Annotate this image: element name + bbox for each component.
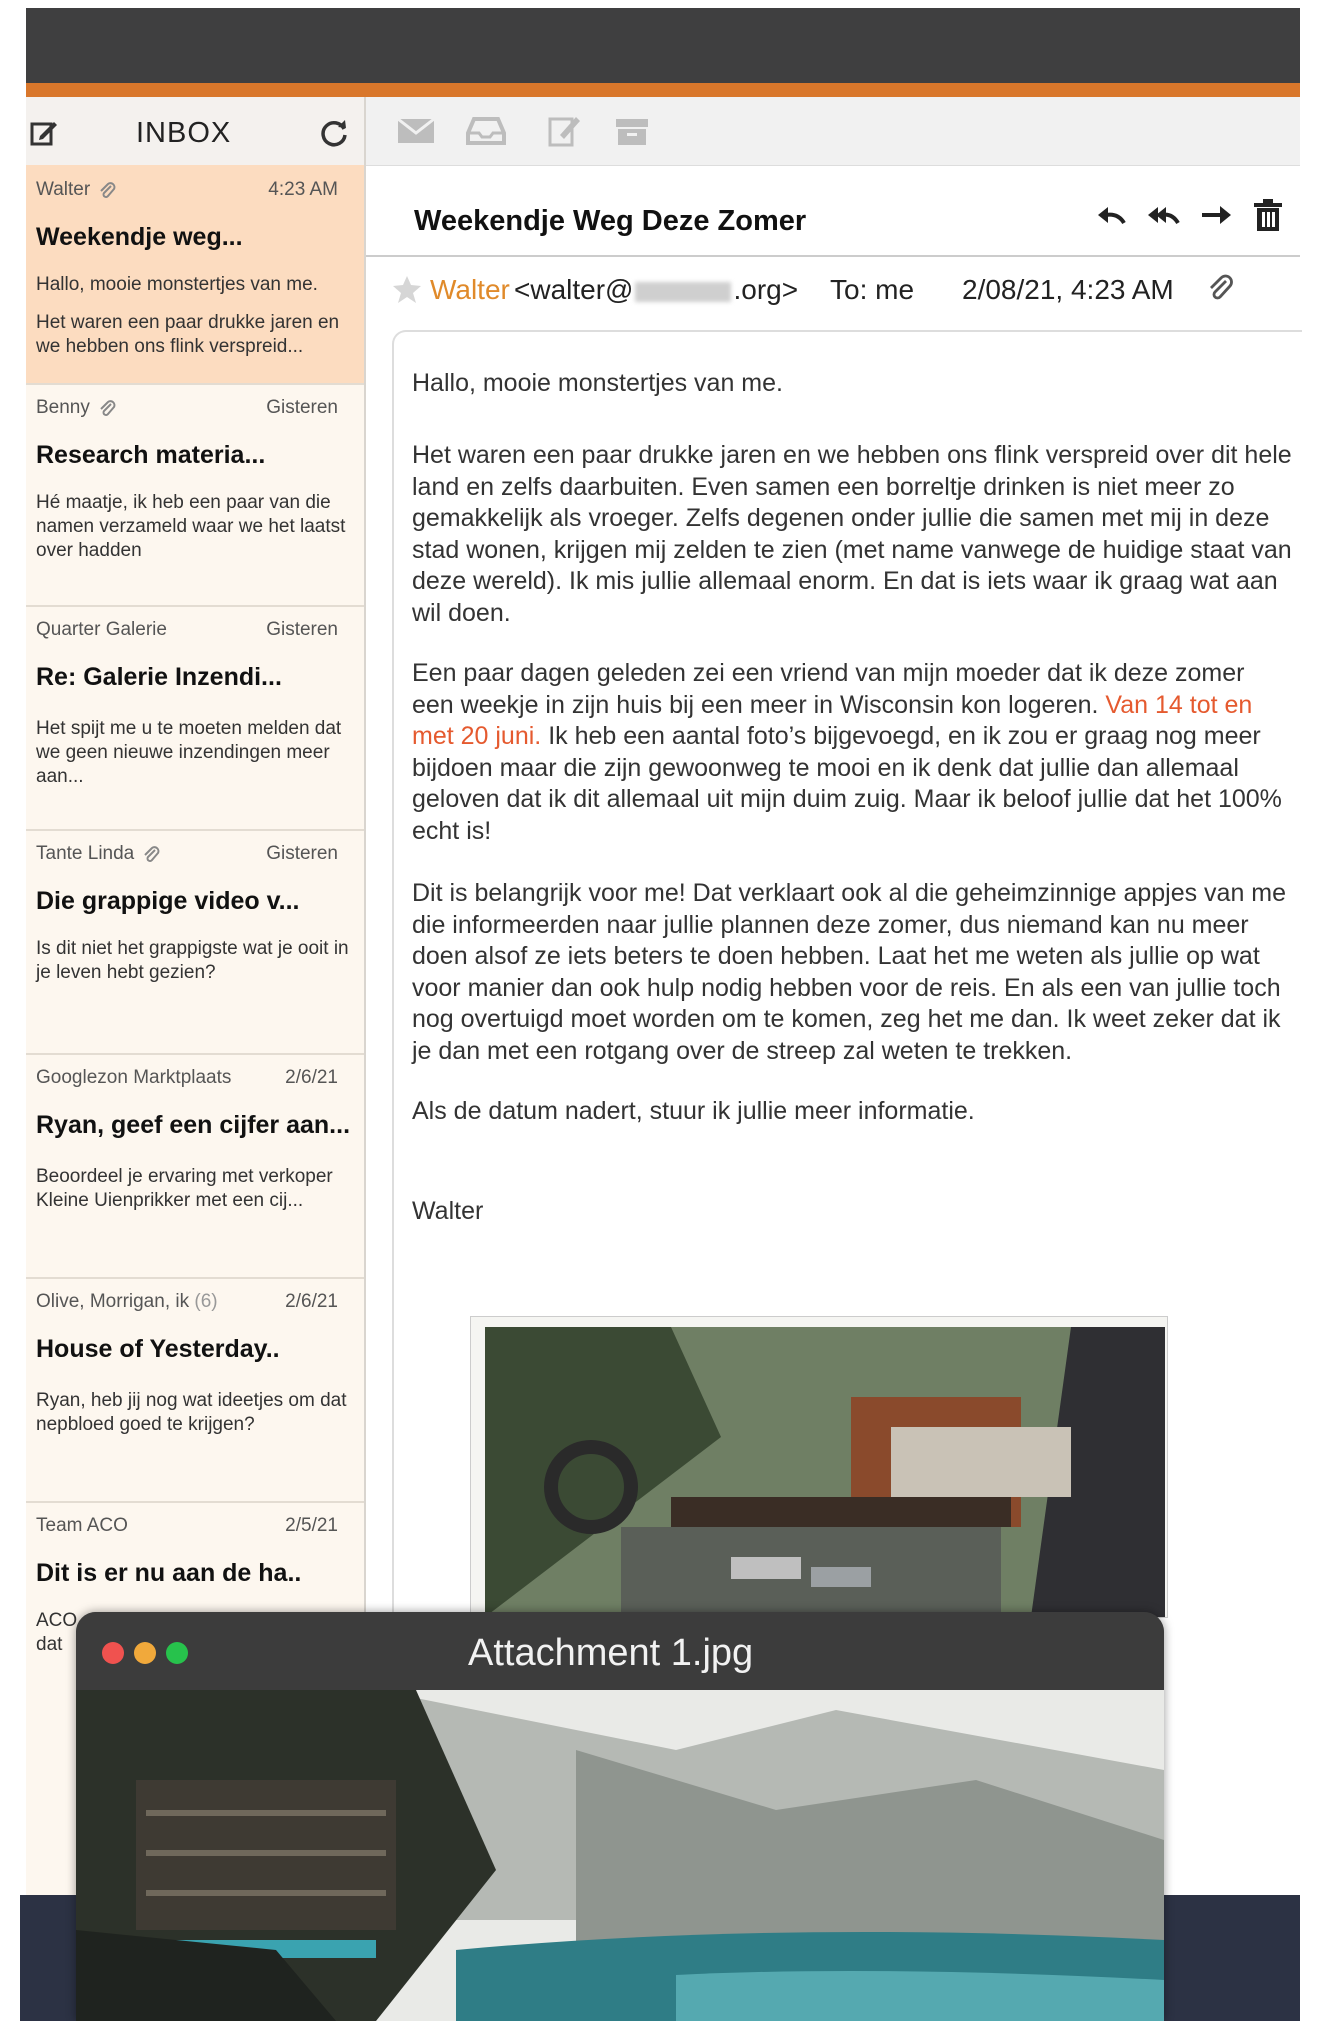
message-time: 2/6/21: [285, 1067, 338, 1088]
app-top-bar: [26, 8, 1300, 83]
message-preview: Beoordeel je ervaring met verkoper Klein…: [36, 1166, 333, 1211]
accent-bar: [26, 83, 1300, 97]
lake-house-photo-image: [76, 1690, 1164, 2021]
message-preview: Hallo, mooie monstertjes van me.: [36, 274, 318, 295]
message-sender: Benny: [36, 397, 116, 419]
message-item[interactable]: Walter 4:23 AM Weekendje weg... Hallo, m…: [26, 165, 364, 385]
house-photo-image: [471, 1317, 1167, 1617]
email-signature: Walter: [412, 1197, 484, 1225]
paperclip-icon: [100, 182, 116, 198]
email-paragraph: Een paar dagen geleden zei een vriend va…: [412, 659, 1282, 845]
message-sender: Tante Linda: [36, 843, 160, 865]
email-date: 2/08/21, 4:23 AM: [962, 274, 1174, 305]
message-time: Gisteren: [266, 843, 338, 864]
paperclip-icon[interactable]: [1206, 273, 1234, 303]
message-preview: Hé maatje, ik heb een paar van die namen…: [36, 492, 346, 561]
message-time: 2/5/21: [285, 1515, 338, 1536]
sender-name: Walter: [430, 274, 510, 305]
edit-icon[interactable]: [546, 115, 586, 147]
reply-all-icon[interactable]: [1146, 197, 1182, 233]
paperclip-icon: [144, 846, 160, 862]
message-item[interactable]: Googlezon Marktplaats 2/6/21 Ryan, geef …: [26, 1053, 364, 1279]
window-titlebar[interactable]: Attachment 1.jpg: [76, 1612, 1164, 1690]
message-sender: Googlezon Marktplaats: [36, 1067, 232, 1088]
star-icon[interactable]: [392, 274, 422, 304]
close-window-button[interactable]: [102, 1642, 124, 1664]
email-paragraph: Dit is belangrijk voor me! Dat verklaart…: [412, 879, 1287, 1065]
compose-icon[interactable]: [30, 119, 58, 147]
message-time: 4:23 AM: [268, 179, 338, 200]
email-greeting: Hallo, mooie monstertjes van me.: [412, 369, 783, 397]
reply-icon[interactable]: [1094, 197, 1130, 233]
paperclip-icon: [100, 400, 116, 416]
email-meta: Walter <walter@ .org> To: me 2/08/21, 4:2…: [366, 255, 1300, 327]
trash-icon[interactable]: [1250, 197, 1286, 233]
message-item[interactable]: Tante Linda Gisteren Die grappige video …: [26, 829, 364, 1055]
message-item[interactable]: Benny Gisteren Research materia... Hé ma…: [26, 383, 364, 607]
message-sender: Walter: [36, 179, 116, 201]
refresh-icon[interactable]: [318, 117, 350, 149]
message-sender: Olive, Morrigan, ik (6): [36, 1291, 218, 1312]
sender-email: <walter@ .org>: [514, 274, 799, 305]
archive-icon[interactable]: [612, 115, 652, 147]
message-subject: Dit is er nu aan de ha..: [36, 1559, 302, 1587]
inbox-title: INBOX: [136, 117, 232, 149]
message-preview-2: Het waren een paar drukke jaren en we he…: [36, 312, 340, 357]
email-subject: Weekendje Weg Deze Zomer: [414, 205, 807, 237]
window-title: Attachment 1.jpg: [468, 1632, 754, 1674]
message-sender: Team ACO: [36, 1515, 128, 1536]
main-toolbar: [366, 97, 1300, 166]
message-subject: Ryan, geef een cijfer aan...: [36, 1111, 351, 1139]
inbox-tray-icon[interactable]: [466, 115, 506, 147]
message-item[interactable]: Olive, Morrigan, ik (6) 2/6/21 House of …: [26, 1277, 364, 1503]
attachment-viewer-window[interactable]: Attachment 1.jpg: [76, 1612, 1164, 2021]
message-subject: House of Yesterday..: [36, 1335, 280, 1363]
message-preview: Is dit niet het grappigste wat je ooit i…: [36, 938, 349, 983]
message-subject: Weekendje weg...: [36, 223, 243, 251]
recipient: To: me: [830, 274, 915, 305]
message-preview: Ryan, heb jij nog wat ideetjes om dat ne…: [36, 1390, 347, 1435]
email-paragraph: Als de datum nadert, stuur ik jullie mee…: [412, 1097, 975, 1125]
message-preview: Het spijt me u te moeten melden dat we g…: [36, 718, 342, 787]
attachment-thumbnail[interactable]: [470, 1316, 1168, 1618]
reading-header: Weekendje Weg Deze Zomer: [366, 165, 1300, 257]
message-subject: Die grappige video v...: [36, 887, 300, 915]
minimize-window-button[interactable]: [134, 1642, 156, 1664]
message-time: Gisteren: [266, 619, 338, 640]
message-time: Gisteren: [266, 397, 338, 418]
mail-icon[interactable]: [396, 115, 436, 147]
message-time: 2/6/21: [285, 1291, 338, 1312]
message-subject: Research materia...: [36, 441, 266, 469]
message-sender: Quarter Galerie: [36, 619, 167, 640]
message-subject: Re: Galerie Inzendi...: [36, 663, 282, 691]
email-paragraph: Het waren een paar drukke jaren en we he…: [412, 441, 1292, 627]
message-item[interactable]: Quarter Galerie Gisteren Re: Galerie Inz…: [26, 605, 364, 831]
zoom-window-button[interactable]: [166, 1642, 188, 1664]
forward-icon[interactable]: [1198, 197, 1234, 233]
inbox-header: INBOX: [26, 97, 364, 166]
